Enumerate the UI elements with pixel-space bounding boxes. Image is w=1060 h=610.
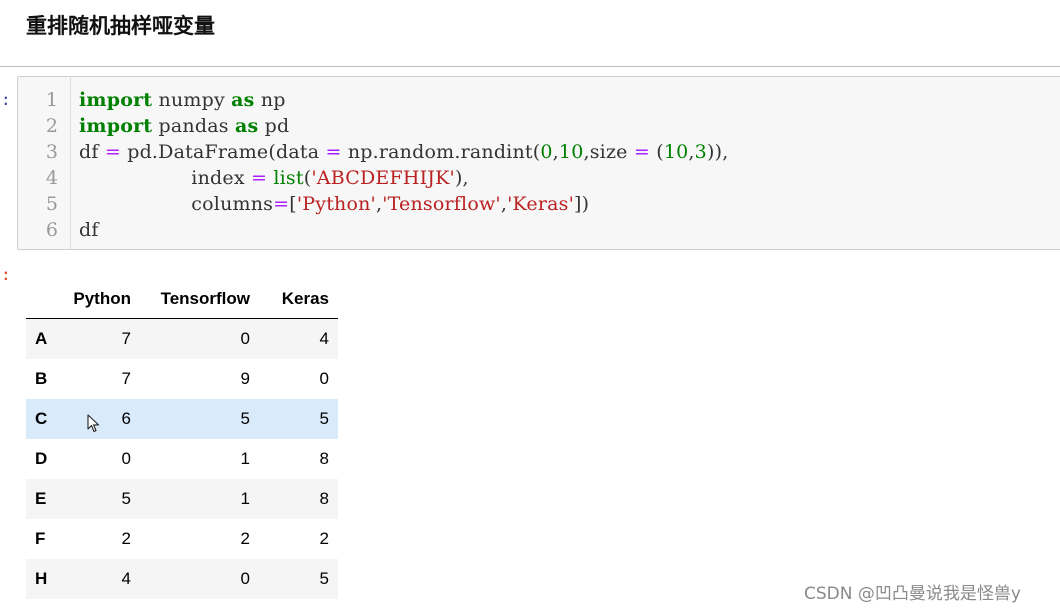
code-operator: = (104, 141, 121, 163)
code-operator: = (251, 167, 268, 189)
line-number: 1 (45, 89, 58, 111)
code-text: np (254, 89, 286, 111)
table-cell: 5 (319, 569, 329, 588)
table-cell: 1 (240, 489, 250, 508)
table-cell: 2 (319, 529, 329, 548)
code-text: )), (706, 141, 729, 163)
code-number: 10 (663, 141, 689, 163)
code-text: numpy (152, 89, 232, 111)
code-text: ,size (583, 141, 634, 163)
code-line-3[interactable]: df = pd.DataFrame(data = np.random.randi… (79, 141, 728, 163)
code-text: pandas (152, 115, 235, 137)
table-cell: 0 (240, 329, 250, 348)
line-number: 6 (45, 219, 58, 241)
csdn-watermark: CSDN @凹凸曼说我是怪兽y (804, 584, 1021, 604)
code-builtin: list (273, 167, 304, 189)
code-keyword: import (79, 89, 153, 111)
table-cell: 8 (319, 449, 329, 468)
table-cell: 7 (121, 329, 131, 348)
code-text: pd.DataFrame(data (120, 141, 326, 163)
code-line-4[interactable]: index = list('ABCDEFHIJK'), (79, 167, 469, 189)
code-operator: = (325, 141, 342, 163)
table-cell: 0 (319, 369, 329, 388)
code-number: 0 (540, 141, 553, 163)
code-line-6[interactable]: df (79, 219, 99, 241)
table-cell: 0 (121, 449, 131, 468)
table-row: H 4 0 5 (26, 559, 338, 599)
table-row: E 5 1 8 (26, 479, 338, 519)
code-number: 10 (558, 141, 584, 163)
code-line-1[interactable]: import numpy as np (79, 89, 286, 111)
code-text: ( (649, 141, 664, 163)
column-header: Tensorflow (131, 280, 250, 319)
line-number-gutter: 1 2 3 4 5 6 (18, 77, 71, 249)
input-prompt: : (1, 90, 11, 109)
table-cell: 2 (240, 529, 250, 548)
output-prompt: : (1, 265, 11, 284)
column-header: Python (68, 280, 131, 319)
index-header (26, 280, 68, 319)
line-number: 3 (45, 141, 58, 163)
table-cell: 4 (319, 329, 329, 348)
row-index: E (35, 489, 47, 508)
code-text: np.random.randint( (341, 141, 541, 163)
code-keyword: import (79, 115, 153, 137)
table-row: D 0 1 8 (26, 439, 338, 479)
heading-divider (0, 66, 1060, 67)
code-line-2[interactable]: import pandas as pd (79, 115, 289, 137)
mouse-pointer-icon (87, 414, 100, 433)
table-cell: 5 (319, 409, 329, 428)
code-string: 'Tensorflow' (382, 193, 501, 215)
code-keyword: as (234, 115, 259, 137)
code-text: ]) (574, 193, 590, 215)
code-text: pd (258, 115, 290, 137)
code-string: 'Python' (296, 193, 376, 215)
row-index: F (35, 529, 46, 548)
code-number: 3 (694, 141, 707, 163)
row-index: H (35, 569, 48, 588)
table-cell: 7 (121, 369, 131, 388)
code-operator: = (633, 141, 650, 163)
code-text: df (79, 141, 105, 163)
dataframe-output-table: Python Tensorflow Keras A 7 0 4 B 7 9 0 … (26, 280, 338, 599)
table-row: F 2 2 2 (26, 519, 338, 559)
table-row: B 7 9 0 (26, 359, 338, 399)
code-text: ), (454, 167, 469, 189)
column-header: Keras (250, 280, 338, 319)
code-text: [ (289, 193, 297, 215)
code-cell[interactable]: 1 2 3 4 5 6 import numpy as np import pa… (17, 76, 1060, 250)
table-cell: 5 (240, 409, 250, 428)
code-operator: = (273, 193, 290, 215)
code-text: index (79, 167, 251, 189)
code-text: df (79, 219, 99, 241)
table-cell: 2 (121, 529, 131, 548)
row-index: B (35, 369, 48, 388)
code-text: columns (79, 193, 274, 215)
table-cell: 0 (240, 569, 250, 588)
row-index: D (35, 449, 48, 468)
table-cell: 5 (121, 489, 131, 508)
code-line-5[interactable]: columns=['Python','Tensorflow','Keras']) (79, 193, 589, 215)
line-number: 4 (45, 167, 58, 189)
table-row: A 7 0 4 (26, 318, 338, 359)
table-row-hovered: C 6 5 5 (26, 399, 338, 439)
table-cell: 9 (240, 369, 250, 388)
line-number: 5 (45, 193, 58, 215)
table-header-row: Python Tensorflow Keras (26, 280, 338, 319)
row-index: A (35, 329, 48, 348)
section-heading: 重排随机抽样哑变量 (26, 14, 215, 38)
table-cell: 4 (121, 569, 131, 588)
table-cell: 1 (240, 449, 250, 468)
code-string: 'Keras' (507, 193, 575, 215)
code-string: 'ABCDEFHIJK' (311, 167, 455, 189)
code-keyword: as (231, 89, 255, 111)
row-index: C (35, 409, 48, 428)
table-cell: 8 (319, 489, 329, 508)
line-number: 2 (45, 115, 58, 137)
